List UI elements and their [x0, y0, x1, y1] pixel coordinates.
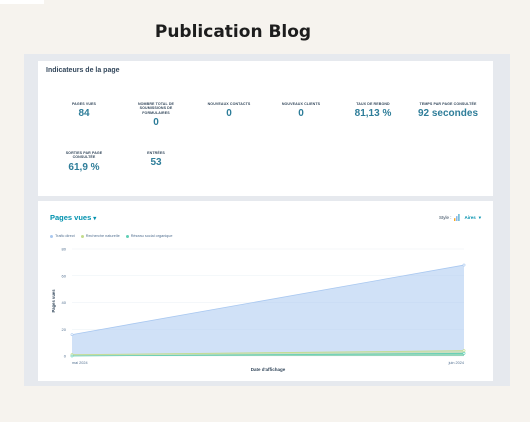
- data-point: [70, 333, 74, 337]
- data-point: [462, 263, 466, 267]
- kpi-sorties-par-page: SORTIES PAR PAGE CONSULTÉE 61,9 %: [49, 151, 119, 173]
- y-axis-title: Pages vues: [51, 289, 56, 313]
- kpi-label: PAGES VUES: [71, 102, 97, 106]
- x-axis-title: Date d'affichage: [251, 367, 286, 372]
- series-area: [72, 265, 464, 356]
- kpi-label: NOMBRE TOTAL DE SOUMISSIONS DE FORMULAIR…: [137, 102, 175, 115]
- corner-tab: [0, 0, 44, 4]
- kpi-value: 0: [298, 108, 304, 120]
- x-tick-label: mai 2024: [72, 361, 88, 365]
- kpi-taux-de-rebond: TAUX DE REBOND 81,13 %: [338, 102, 408, 119]
- y-tick-label: 60: [62, 273, 67, 278]
- y-tick-label: 80: [62, 247, 67, 252]
- kpi-label: NOUVEAUX CLIENTS: [281, 102, 321, 106]
- kpi-entrees: ENTRÉES 53: [121, 151, 191, 168]
- kpi-label: TAUX DE REBOND: [356, 102, 390, 106]
- y-tick-label: 0: [64, 354, 67, 359]
- kpi-label: NOUVEAUX CONTACTS: [207, 102, 251, 106]
- kpi-temps-par-page: TEMPS PAR PAGE CONSULTÉE 92 secondes: [410, 102, 486, 119]
- pages-vues-area-chart: 0 20 40 60 80 mai 2024 juin 2024 Date d'affic…: [51, 247, 466, 372]
- x-tick-label: juin 2024: [448, 361, 464, 365]
- kpi-value: 0: [226, 108, 232, 120]
- chart-card: Pages vues ▾ Style : Aires ▾ Trafic direc…: [38, 201, 493, 381]
- data-point: [70, 354, 74, 358]
- kpi-pages-vues: PAGES VUES 84: [49, 102, 119, 119]
- kpi-value: 53: [150, 157, 162, 169]
- kpi-label: SORTIES PAR PAGE CONSULTÉE: [65, 151, 103, 160]
- kpi-card-title: Indicateurs de la page: [46, 67, 120, 74]
- kpi-card: Indicateurs de la page PAGES VUES 84 NOM…: [38, 61, 493, 196]
- kpi-value: 61,9 %: [68, 161, 100, 173]
- kpi-nouveaux-clients: NOUVEAUX CLIENTS 0: [266, 102, 336, 119]
- data-point: [462, 351, 466, 355]
- kpi-value: 92 secondes: [417, 108, 479, 120]
- data-point: [462, 349, 466, 353]
- kpi-value: 0: [153, 117, 159, 129]
- kpi-label: TEMPS PAR PAGE CONSULTÉE: [419, 102, 477, 106]
- y-tick-label: 20: [62, 327, 67, 332]
- kpi-label: ENTRÉES: [147, 151, 165, 155]
- kpi-value: 81,13 %: [354, 108, 392, 120]
- y-tick-label: 40: [62, 300, 67, 305]
- kpi-nouveaux-contacts: NOUVEAUX CONTACTS 0: [194, 102, 264, 119]
- kpi-soumissions: NOMBRE TOTAL DE SOUMISSIONS DE FORMULAIR…: [121, 102, 191, 128]
- kpi-value: 84: [78, 108, 90, 120]
- page-title: Publication Blog: [154, 22, 312, 42]
